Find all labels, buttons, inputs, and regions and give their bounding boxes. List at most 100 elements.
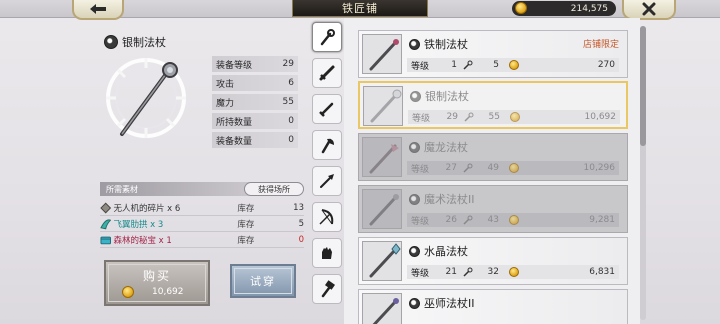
item-info-row: 等级 27 49 10,296 bbox=[407, 161, 619, 175]
gold-coin-icon bbox=[509, 215, 519, 225]
shop-item-card[interactable]: 铁制法杖 店铺限定 等级 1 5 270 bbox=[358, 30, 628, 78]
material-stock: 0 bbox=[298, 234, 304, 245]
stat-row: 攻击 6 bbox=[212, 75, 298, 91]
item-detail-panel: 银制法杖 装备等级 29 攻击 6 魔力 55 所持数量 0 装备数量 0 所需… bbox=[96, 28, 306, 324]
dragon-staff-thumb-icon bbox=[369, 144, 399, 174]
gold-coin-icon bbox=[510, 112, 520, 122]
item-name-row: 铁制法杖 bbox=[409, 36, 468, 52]
back-button[interactable] bbox=[72, 0, 124, 20]
level-label: 等级 bbox=[411, 164, 430, 175]
try-on-button[interactable]: 试穿 bbox=[230, 264, 296, 298]
item-name-row: 巫师法杖II bbox=[409, 295, 475, 311]
buy-button[interactable]: 购买 10,692 bbox=[104, 260, 210, 306]
item-price: 6,831 bbox=[589, 267, 615, 277]
back-arrow-icon bbox=[90, 4, 106, 14]
item-thumbnail bbox=[362, 293, 402, 324]
item-price: 10,296 bbox=[583, 163, 616, 173]
stock-label: 库存 bbox=[237, 219, 255, 230]
shop-item-card[interactable]: 巫师法杖II bbox=[358, 289, 628, 324]
item-name-row: 银制法杖 bbox=[410, 88, 469, 104]
item-name-row: 水晶法杖 bbox=[409, 243, 468, 259]
shop-item-card[interactable]: 魔龙法杖 等级 27 49 10,296 bbox=[358, 133, 628, 181]
shop-item-card[interactable]: 魔术法杖II 等级 26 43 9,281 bbox=[358, 185, 628, 233]
item-info-row: 等级 26 43 9,281 bbox=[407, 213, 619, 227]
magic-value: 32 bbox=[487, 267, 499, 277]
silver-staff-thumb-icon bbox=[370, 89, 402, 123]
staff-type-icon bbox=[104, 35, 118, 49]
gold-coin-icon bbox=[515, 2, 527, 14]
material-name: 森林的秘宝 x 1 bbox=[113, 235, 172, 246]
magic-staff-thumb-icon bbox=[369, 194, 399, 226]
item-name: 银制法杖 bbox=[122, 36, 166, 49]
buy-price: 10,692 bbox=[122, 286, 184, 298]
item-thumbnail bbox=[362, 241, 402, 281]
shop-item-card[interactable]: 银制法杖 等级 29 55 10,692 bbox=[358, 81, 628, 129]
tab-dagger[interactable] bbox=[312, 94, 342, 124]
magic-wand-icon bbox=[464, 112, 474, 122]
gold-coin-icon bbox=[122, 286, 134, 298]
close-icon bbox=[642, 2, 656, 16]
level-value: 29 bbox=[446, 112, 458, 122]
item-info-row: 等级 29 55 10,692 bbox=[408, 110, 620, 124]
magic-wand-icon bbox=[463, 60, 473, 70]
item-thumbnail bbox=[362, 189, 402, 229]
stat-row: 装备数量 0 bbox=[212, 132, 298, 148]
gauntlet-icon bbox=[322, 247, 332, 259]
currency-display: 214,575 bbox=[512, 1, 616, 16]
level-value: 1 bbox=[451, 60, 457, 70]
tab-hammer[interactable] bbox=[312, 274, 342, 304]
spear-icon bbox=[320, 174, 334, 188]
material-row: 飞翼肋拱 x 3 库存 5 bbox=[100, 216, 304, 232]
material-row: 无人机的碎片 x 6 库存 13 bbox=[100, 200, 304, 216]
level-label: 等级 bbox=[411, 268, 430, 279]
magic-value: 43 bbox=[487, 215, 499, 225]
tab-staff[interactable] bbox=[312, 22, 342, 52]
stat-label: 装备等级 bbox=[216, 60, 253, 71]
material-stock: 13 bbox=[293, 202, 304, 213]
stat-row: 所持数量 0 bbox=[212, 113, 298, 129]
weapon-category-tabs bbox=[310, 18, 344, 324]
tab-axe[interactable] bbox=[312, 130, 342, 160]
shop-item-card[interactable]: 水晶法杖 等级 21 32 6,831 bbox=[358, 237, 628, 285]
staff-type-icon bbox=[409, 297, 420, 309]
item-name-row: 魔术法杖II bbox=[409, 191, 475, 207]
tab-bow[interactable] bbox=[312, 202, 342, 232]
stat-label: 攻击 bbox=[216, 79, 235, 90]
stock-label: 库存 bbox=[237, 235, 255, 246]
level-label: 等级 bbox=[411, 61, 430, 72]
wizard-staff-thumb-icon bbox=[372, 298, 399, 324]
staff-type-icon bbox=[410, 90, 421, 102]
iron-staff-thumb-icon bbox=[369, 39, 399, 71]
level-label: 等级 bbox=[411, 216, 430, 227]
stat-value: 55 bbox=[282, 97, 294, 107]
source-location-button[interactable]: 获得场所 bbox=[244, 182, 304, 196]
item-name-row: 魔龙法杖 bbox=[409, 139, 468, 155]
item-price: 270 bbox=[597, 60, 615, 70]
gold-coin-icon bbox=[509, 163, 519, 173]
item-name: 银制法杖 bbox=[425, 90, 469, 103]
tab-sword[interactable] bbox=[312, 58, 342, 88]
magic-wand-icon bbox=[463, 163, 473, 173]
tab-gauntlet[interactable] bbox=[312, 238, 342, 268]
close-button[interactable] bbox=[622, 0, 676, 20]
gold-coin-icon bbox=[509, 60, 519, 70]
axe-icon bbox=[321, 138, 334, 154]
stock-label: 库存 bbox=[237, 203, 255, 214]
magic-value: 5 bbox=[493, 60, 499, 70]
material-stock: 5 bbox=[298, 218, 304, 229]
wing-rib-icon bbox=[100, 218, 112, 229]
buy-price-value: 10,692 bbox=[152, 287, 184, 297]
silver-staff-illustration bbox=[106, 58, 186, 138]
item-info-row: 等级 1 5 270 bbox=[407, 58, 619, 72]
item-name: 水晶法杖 bbox=[424, 245, 468, 258]
magic-value: 55 bbox=[488, 112, 500, 122]
scrollbar-thumb[interactable] bbox=[640, 26, 646, 146]
magic-wand-icon bbox=[463, 215, 473, 225]
forest-treasure-icon bbox=[100, 236, 111, 244]
sword-icon bbox=[319, 65, 335, 81]
item-thumbnail bbox=[363, 86, 403, 126]
tab-spear[interactable] bbox=[312, 166, 342, 196]
buy-label: 购买 bbox=[142, 269, 171, 283]
hammer-icon bbox=[321, 280, 335, 298]
stat-label: 魔力 bbox=[216, 98, 235, 109]
